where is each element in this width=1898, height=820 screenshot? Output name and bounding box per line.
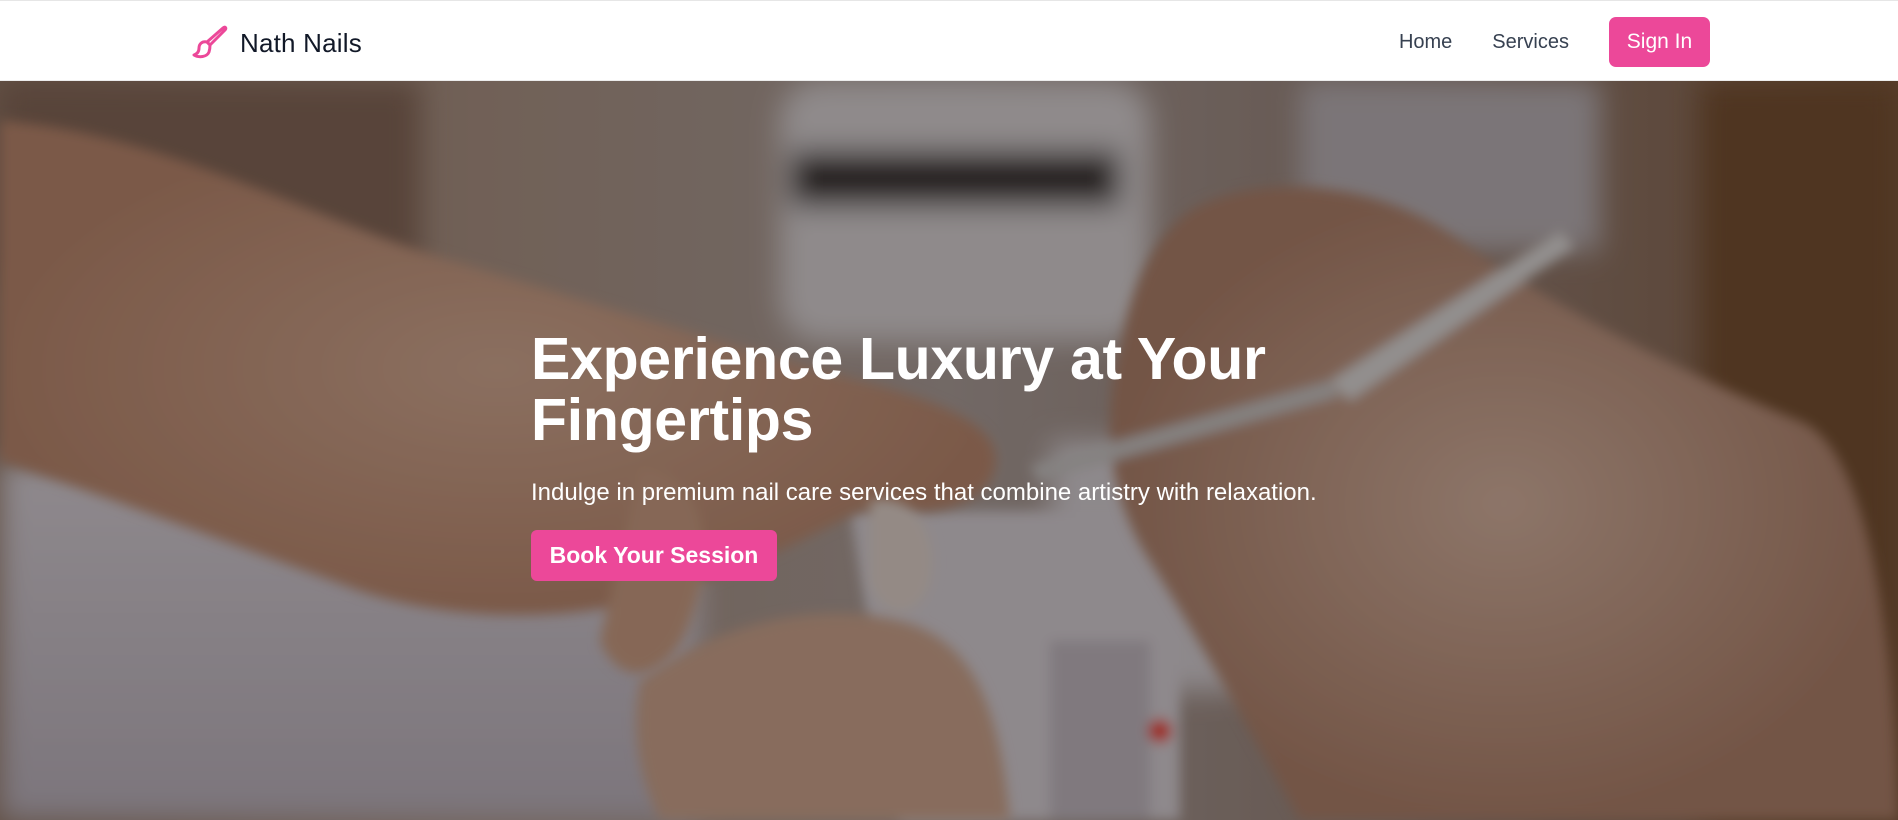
hero-section: Experience Luxury at Your Fingertips Ind…: [0, 81, 1898, 820]
site-header: Nath Nails Home Services Sign In: [0, 0, 1898, 81]
paintbrush-icon: [192, 25, 228, 59]
hero-title: Experience Luxury at Your Fingertips: [531, 326, 1266, 453]
main-nav: Home Services Sign In: [1399, 17, 1710, 67]
hero-content: Experience Luxury at Your Fingertips Ind…: [531, 329, 1431, 581]
nav-link-home[interactable]: Home: [1399, 31, 1452, 54]
sign-in-button[interactable]: Sign In: [1609, 17, 1710, 67]
book-session-button[interactable]: Book Your Session: [531, 530, 777, 581]
brand-name: Nath Nails: [240, 27, 362, 58]
brand-logo[interactable]: Nath Nails: [190, 25, 362, 61]
hero-subtitle: Indulge in premium nail care services th…: [531, 479, 1317, 506]
nav-link-services[interactable]: Services: [1492, 31, 1569, 54]
